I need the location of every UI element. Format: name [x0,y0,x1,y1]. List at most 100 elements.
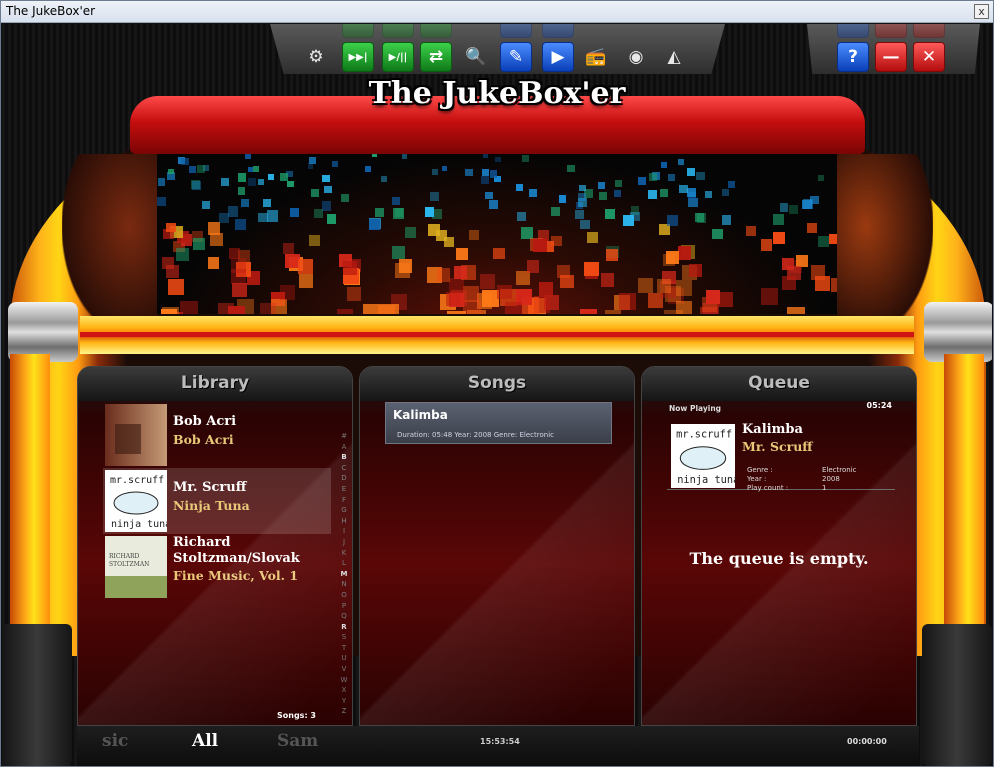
visualizer-pixel [237,187,246,195]
close-icon[interactable]: ✕ [913,42,945,72]
visualizer-pixel [580,219,591,230]
filter-all[interactable]: All [192,731,218,751]
chrome-clamp-right [924,302,992,362]
svg-text:mr.scruff: mr.scruff [110,475,164,486]
visualizer-pixel [465,168,473,177]
visualizer-pixel [630,211,641,222]
alphabet-letter[interactable]: J [336,537,352,548]
alphabet-letter[interactable]: C [336,463,352,474]
visualizer-pixel [560,274,575,289]
visualizer-pixel [207,257,220,270]
alphabet-letter[interactable]: # [336,431,352,442]
window-toolbar: ? — ✕ [807,24,980,74]
visualizer-pixel [363,303,382,314]
filter-previous[interactable]: sic [102,731,128,751]
playcount-value: 1 [822,484,827,492]
alphabet-letter[interactable]: I [336,526,352,537]
alphabet-letter[interactable]: L [336,558,352,569]
visualizer-pixel [157,178,166,187]
edit-playlist-icon[interactable]: ✎ [500,42,532,72]
alphabet-letter[interactable]: H [336,516,352,527]
visualizer-pixel [787,306,806,314]
visualizer-pixel [298,258,314,274]
queue-title: Queue [642,367,916,401]
alphabet-letter[interactable]: E [336,484,352,495]
queue-panel: Queue Now Playing 05:24 mr.scruff ninja … [641,366,917,726]
search-icon[interactable]: 🔍 [460,42,492,72]
alphabet-letter[interactable]: B [336,452,352,463]
visualizer-pixel [516,211,527,221]
play-file-icon[interactable]: ▶ [542,42,574,72]
visualizer-pixel [392,208,404,220]
visualizer-pixel [481,290,499,308]
skip-icon[interactable]: ▶▶| [342,42,374,72]
songs-title: Songs [360,367,634,401]
visualizer-pixel [326,214,337,224]
play-pause-icon[interactable]: ▶/|| [382,42,414,72]
alphabet-letter[interactable]: A [336,442,352,453]
visualizer-pixel [192,181,202,191]
visualizer-display [157,152,837,314]
visualizer-pixel [286,180,294,188]
visualizer-pixel [605,310,622,314]
visualizer-pixel [773,213,784,225]
shuffle-icon[interactable]: ⇄ [420,42,452,72]
song-row[interactable]: Kalimba Duration: 05:48 Year: 2008 Genre… [385,402,612,444]
library-item-selected[interactable]: mr.scruff ninja tuna Mr. Scruff Ninja Tu… [103,468,331,534]
library-item[interactable]: Bob Acri Bob Acri [103,402,331,468]
now-playing-block[interactable]: mr.scruff ninja tuna Kalimba Mr. Scruff … [667,414,895,492]
visualizer-pixel [660,189,668,197]
visualizer-pixel [668,174,675,182]
filter-next[interactable]: Sam [277,731,318,751]
alphabet-letter[interactable]: D [336,473,352,484]
alphabet-letter[interactable]: N [336,579,352,590]
alphabet-letter[interactable]: V [336,664,352,675]
minimize-icon[interactable]: — [875,42,907,72]
visualizer-pixel [181,158,189,166]
visualizer-pixel [175,248,189,262]
alphabet-letter[interactable]: R [336,622,352,633]
radio-icon[interactable]: 📻 [580,42,612,72]
alphabet-letter[interactable]: F [336,495,352,506]
visualizer-icon[interactable]: ◭ [658,42,690,72]
alphabet-letter[interactable]: S [336,632,352,643]
visualizer-pixel [664,310,684,314]
alphabet-index[interactable]: # A B C D E F G H I J K L M N O P Q R S T U V W X Y Z [336,431,352,717]
window-close-button[interactable]: x [974,4,989,19]
help-icon[interactable]: ? [837,42,869,72]
alphabet-letter[interactable]: X [336,685,352,696]
visualizer-pixel [538,282,554,298]
svg-text:RICHARD: RICHARD [109,553,140,560]
visualizer-pixel [282,243,294,255]
song-title: Kalimba [393,408,448,422]
library-item[interactable]: RICHARD STOLTZMAN Richard Stoltzman/Slov… [103,534,331,600]
alphabet-letter[interactable]: T [336,643,352,654]
visualizer-pixel [619,293,636,311]
visualizer-pixel [528,189,537,197]
visualizer-pixel [558,195,567,203]
alphabet-letter[interactable]: G [336,505,352,516]
settings-icon[interactable]: ⚙ [300,42,332,72]
alphabet-letter[interactable]: Q [336,611,352,622]
alphabet-letter[interactable]: W [336,675,352,686]
cd-icon[interactable]: ◉ [620,42,652,72]
visualizer-pixel [493,247,505,260]
alphabet-letter[interactable]: O [336,590,352,601]
visualizer-pixel [659,224,670,235]
visualizer-pixel [238,173,247,182]
visualizer-pixel [157,197,166,207]
visualizer-pixel [308,235,320,246]
visualizer-pixel [481,175,489,184]
alphabet-letter[interactable]: M [336,569,352,580]
alphabet-letter[interactable]: P [336,601,352,612]
album-cover-ninja-tuna: mr.scruff ninja tuna [105,470,167,532]
visualizer-pixel [307,163,314,169]
visualizer-pixel [391,246,405,260]
visualizer-pixel [280,285,295,300]
alphabet-letter[interactable]: U [336,653,352,664]
visualizer-pixel [166,222,176,233]
alphabet-letter[interactable]: Z [336,706,352,717]
visualizer-pixel [453,266,468,280]
alphabet-letter[interactable]: Y [336,696,352,707]
alphabet-letter[interactable]: K [336,548,352,559]
